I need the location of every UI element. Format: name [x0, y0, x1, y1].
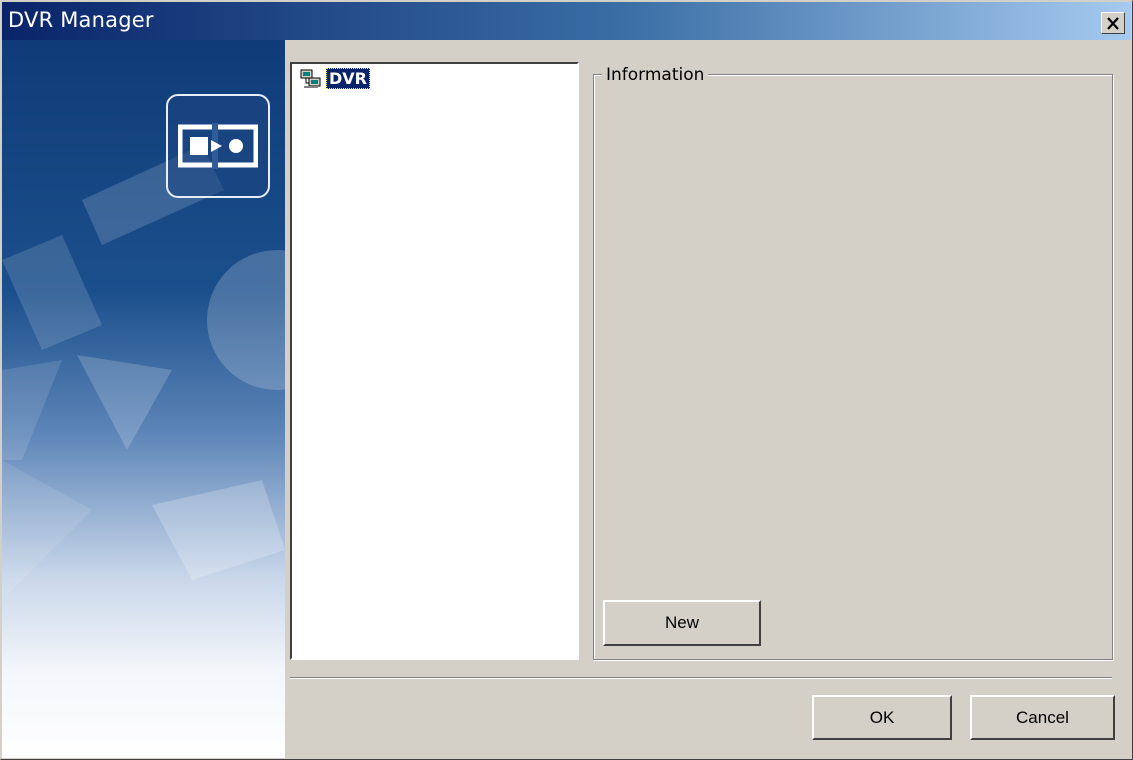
ok-button[interactable]: OK — [812, 695, 952, 740]
close-icon — [1107, 16, 1119, 30]
app-badge — [166, 94, 270, 198]
information-group-label: Information — [602, 65, 709, 85]
cancel-button[interactable]: Cancel — [970, 695, 1115, 740]
new-button[interactable]: New — [603, 600, 761, 646]
client-area: DVR Information New OK Cancel — [285, 40, 1131, 758]
dvr-manager-logo-icon — [178, 123, 258, 169]
dvr-manager-window: DVR Manager DVR Information New OK Cance… — [0, 0, 1133, 760]
dvr-network-icon — [300, 69, 321, 88]
tree-item-dvr[interactable]: DVR — [300, 68, 370, 89]
close-button[interactable] — [1101, 12, 1125, 34]
footer-separator — [290, 677, 1112, 679]
title-bar[interactable]: DVR Manager — [2, 2, 1131, 40]
side-banner — [2, 40, 285, 758]
tree-item-label[interactable]: DVR — [326, 68, 370, 89]
window-title: DVR Manager — [8, 8, 154, 32]
information-group: Information — [593, 65, 1113, 660]
dvr-tree-view[interactable]: DVR — [290, 62, 579, 660]
